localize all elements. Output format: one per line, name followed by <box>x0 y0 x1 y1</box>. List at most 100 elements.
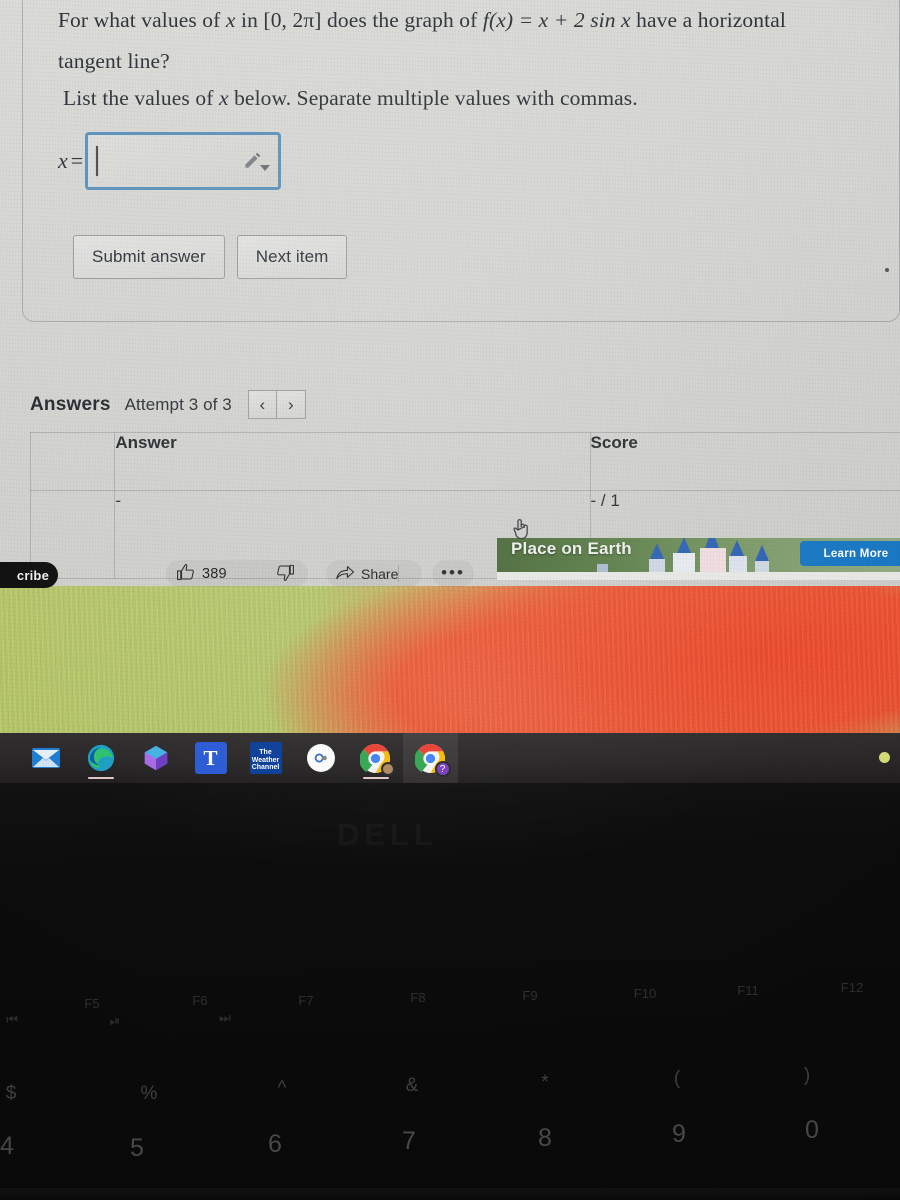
more-actions-button[interactable]: ••• <box>432 560 474 587</box>
taskbar-item-chrome-profile[interactable]: ? <box>403 733 458 783</box>
key-symbol-rparen[interactable]: ) <box>790 1065 824 1087</box>
edge-icon <box>85 742 117 774</box>
weather-channel-icon: The Weather Channel <box>249 742 282 774</box>
key-symbol-asterisk[interactable]: * <box>528 1072 562 1094</box>
thumbs-up-icon[interactable] <box>176 563 195 585</box>
attempt-nav: ‹ › <box>247 390 306 419</box>
column-header-answer: Answer <box>114 432 591 491</box>
mail-icon <box>30 742 62 774</box>
key-f11[interactable]: F11 <box>718 983 778 998</box>
prev-attempt-button[interactable]: ‹ <box>247 390 277 419</box>
taskbar-status-dot[interactable] <box>879 752 890 763</box>
castle-shape <box>649 559 665 572</box>
key-7[interactable]: 7 <box>390 1127 428 1156</box>
castle-spire <box>755 545 769 561</box>
key-8[interactable]: 8 <box>526 1124 564 1153</box>
castle-shape <box>673 553 695 572</box>
copilot-icon <box>140 742 172 774</box>
key-9[interactable]: 9 <box>660 1120 698 1149</box>
pencil-icon[interactable] <box>243 151 262 175</box>
column-header-blank <box>29 432 116 491</box>
answer-input-equals: = <box>70 148 84 173</box>
key-symbol-ampersand[interactable]: & <box>395 1075 429 1097</box>
key-symbol-caret[interactable]: ^ <box>265 1078 299 1100</box>
learn-more-button[interactable]: Learn More <box>800 541 900 566</box>
keyboard-edge <box>0 1188 900 1200</box>
taskbar-item-edge[interactable] <box>73 733 128 783</box>
key-media-prev[interactable]: ⏮ <box>0 1012 32 1028</box>
ad-banner-base <box>497 572 900 580</box>
taskbar-item-teams[interactable]: T <box>183 733 238 783</box>
key-f6[interactable]: F6 <box>170 993 230 1008</box>
ellipsis-icon: ••• <box>441 563 465 583</box>
key-f5[interactable]: F5 <box>62 996 122 1011</box>
key-symbol-dollar[interactable]: $ <box>0 1083 28 1105</box>
chrome-icon-profile: ? <box>415 742 451 777</box>
instruction-text-tail: below. Separate multiple values with com… <box>228 86 638 110</box>
answers-title: Answers <box>30 393 111 415</box>
key-symbol-percent[interactable]: % <box>132 1083 166 1105</box>
key-media-next[interactable]: ⏭ <box>205 1010 245 1026</box>
key-f7[interactable]: F7 <box>276 993 336 1008</box>
castle-spire <box>730 540 744 556</box>
action-button-row: Submit answer Next item <box>73 235 348 279</box>
desktop-wallpaper <box>0 586 900 733</box>
thumbs-down-icon[interactable] <box>276 563 295 585</box>
question-line-3: List the values of x below. Separate mul… <box>63 86 638 110</box>
key-f9[interactable]: F9 <box>500 988 560 1003</box>
castle-spire <box>677 538 691 553</box>
question-text-tail: have a horizontal <box>630 8 786 32</box>
taskbar-running-indicator <box>362 776 389 779</box>
column-header-score: Score <box>589 432 900 491</box>
key-f12[interactable]: F12 <box>822 980 882 995</box>
subscribe-button[interactable]: cribe <box>0 562 58 588</box>
answer-input-label: x <box>58 148 68 173</box>
taskbar-running-indicator <box>87 776 114 779</box>
text-caret <box>96 146 98 176</box>
key-5[interactable]: 5 <box>118 1134 156 1163</box>
castle-shape <box>700 548 726 572</box>
castle-shape <box>729 556 747 572</box>
castle-spire <box>705 538 719 548</box>
chevron-down-icon[interactable] <box>260 165 271 171</box>
castle-spire <box>650 543 664 559</box>
question-interval: in [0, 2π] does the graph of <box>235 8 483 32</box>
like-dislike-group: 389 <box>166 560 399 587</box>
like-count: 389 <box>202 565 227 582</box>
next-item-button[interactable]: Next item <box>236 235 348 279</box>
instruction-text-part: List the values of <box>63 86 219 110</box>
taskbar-item-weather[interactable]: The Weather Channel <box>238 733 293 783</box>
key-symbol-lparen[interactable]: ( <box>660 1068 694 1090</box>
share-label: Share <box>361 565 399 582</box>
share-arrow-icon <box>335 563 355 584</box>
key-4[interactable]: 4 <box>0 1132 26 1161</box>
answer-input-row: x = <box>58 132 282 190</box>
instruction-variable: x <box>218 86 229 110</box>
taskbar-item-disc[interactable] <box>293 733 348 783</box>
submit-answer-button[interactable]: Submit answer <box>73 235 225 279</box>
windows-taskbar: T The Weather Channel ? <box>0 733 900 783</box>
screen-speck <box>885 268 889 272</box>
chrome-profile-badge: ? <box>434 761 451 777</box>
key-6[interactable]: 6 <box>256 1130 294 1159</box>
answers-header: Answers Attempt 3 of 3 ‹ › <box>30 390 306 419</box>
share-button[interactable]: Share <box>326 560 422 587</box>
taskbar-item-copilot[interactable] <box>128 733 183 783</box>
key-f8[interactable]: F8 <box>388 990 448 1005</box>
hand-cursor <box>512 516 532 545</box>
taskbar-item-mail[interactable] <box>18 733 73 783</box>
key-f10[interactable]: F10 <box>615 986 675 1001</box>
disc-icon <box>306 744 335 772</box>
answer-input[interactable] <box>85 132 282 190</box>
question-line-2: tangent line? <box>58 49 170 73</box>
key-media-playpause[interactable]: ⏯ <box>95 1013 135 1029</box>
question-text-part: For what values of <box>58 8 226 32</box>
castle-shape <box>597 564 608 572</box>
problem-card: For what values of x in [0, 2π] does the… <box>22 0 900 322</box>
key-0[interactable]: 0 <box>793 1116 831 1145</box>
table-header-row: Answer Score <box>29 432 900 491</box>
next-attempt-button[interactable]: › <box>276 390 306 419</box>
question-variable: x <box>225 8 236 32</box>
taskbar-item-chrome[interactable] <box>348 733 403 783</box>
function-expression: f(x) = x + 2 sin x <box>482 8 631 32</box>
